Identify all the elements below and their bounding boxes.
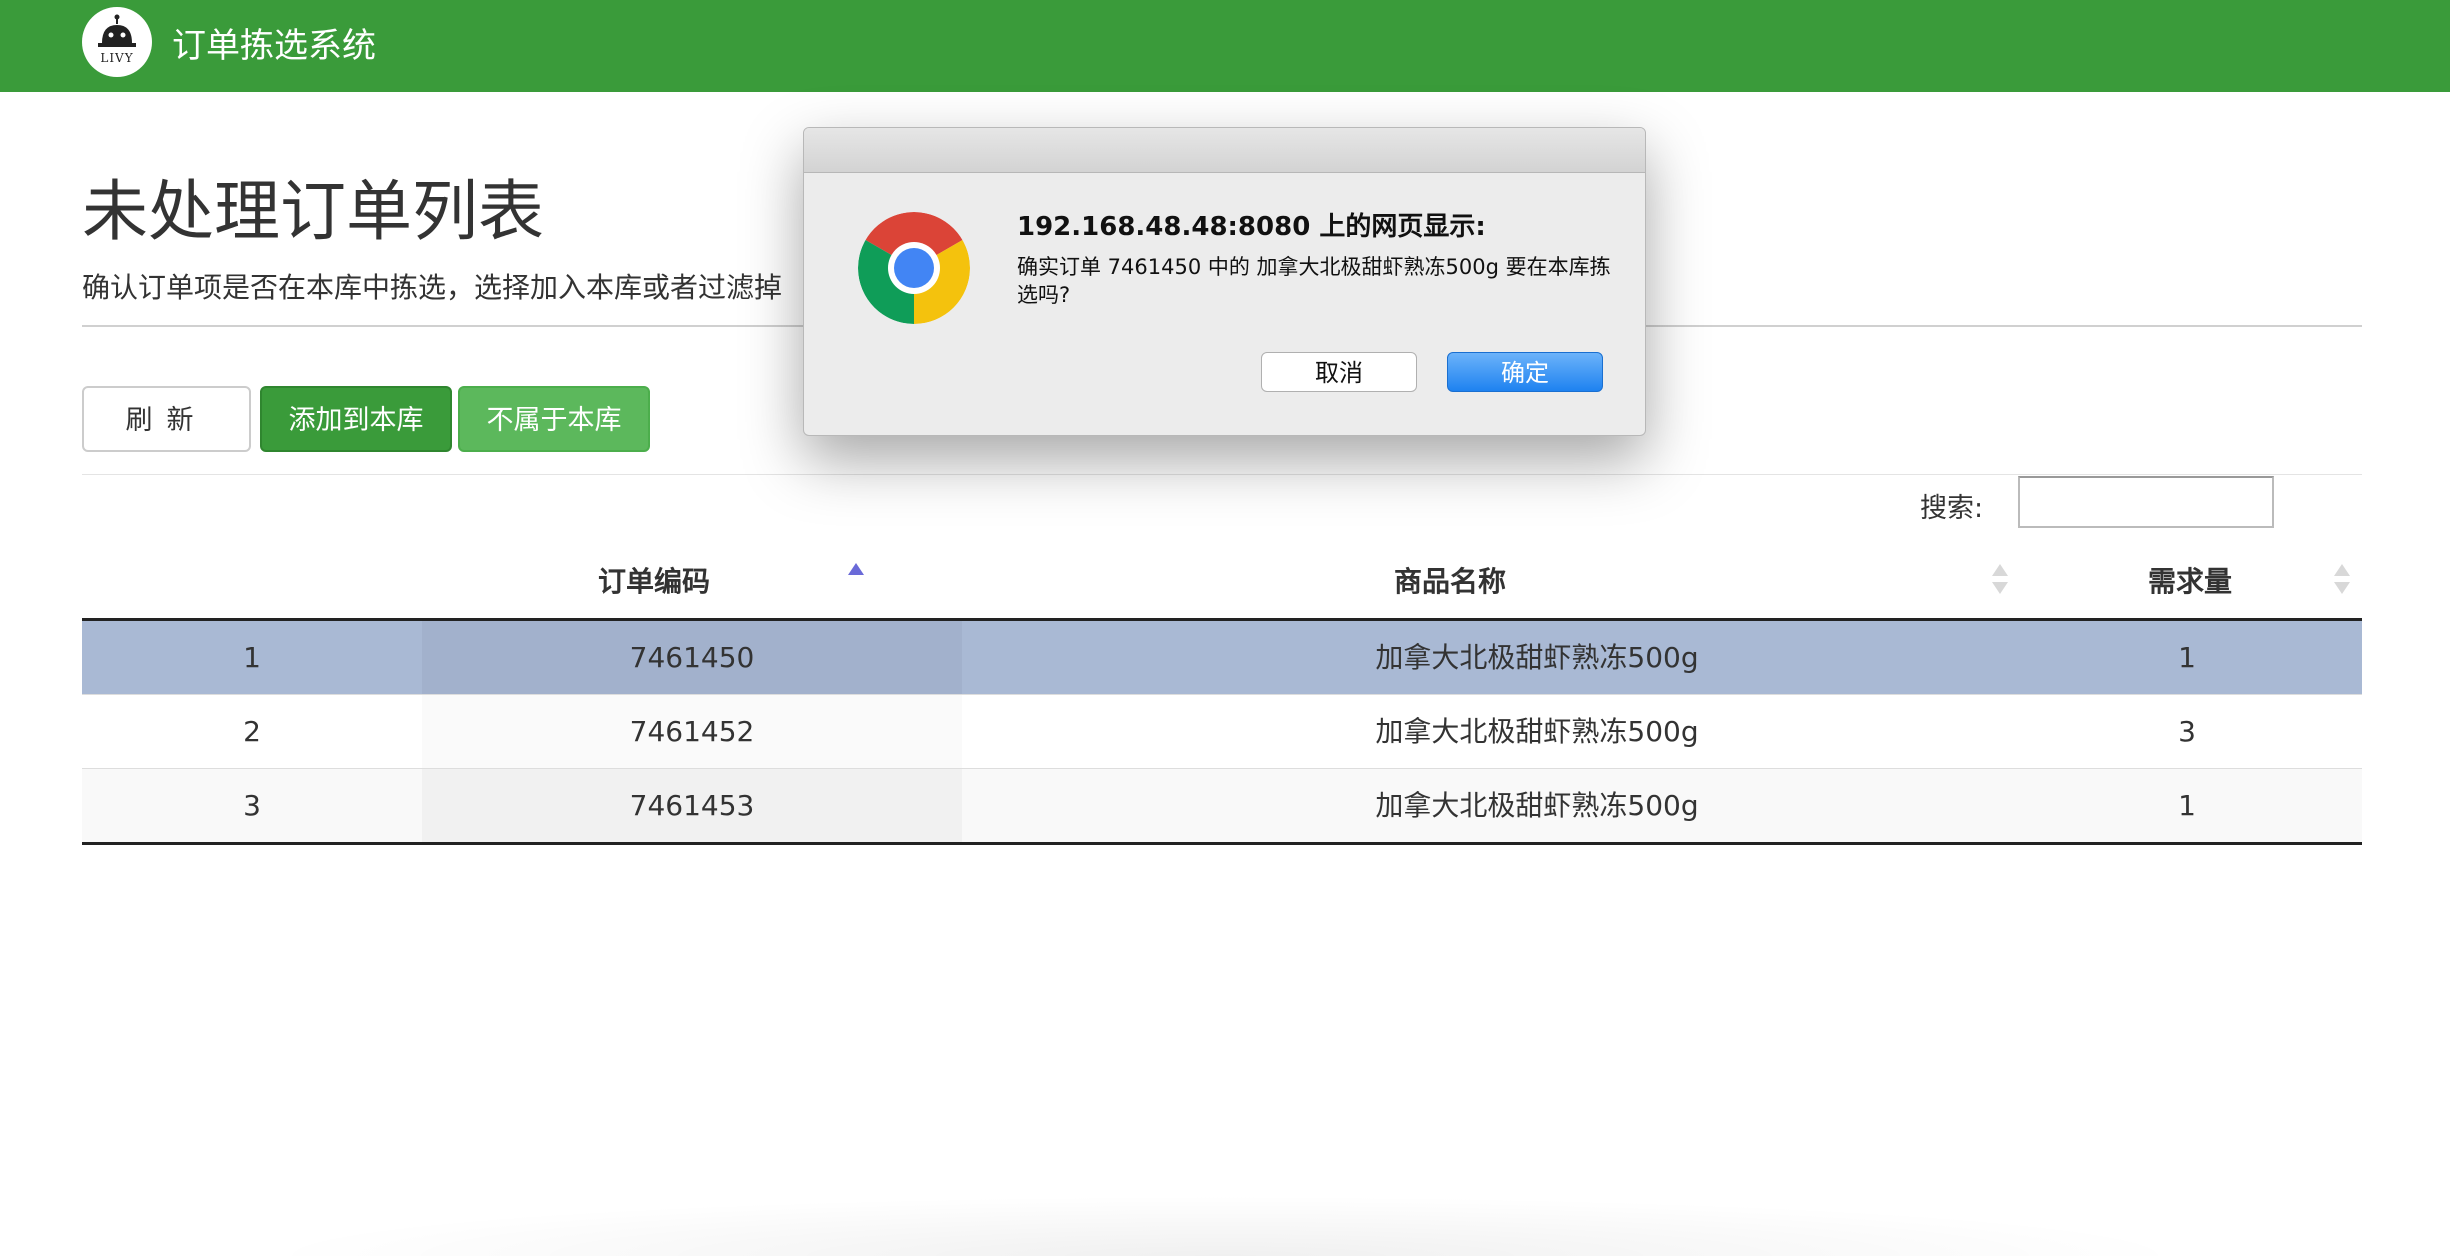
product-name-cell: 加拿大北极甜虾熟冻500g bbox=[1375, 641, 1699, 674]
logo-text: LIVY bbox=[100, 51, 134, 65]
column-header-product-name[interactable]: 商品名称 bbox=[1394, 560, 1506, 600]
row-index: 2 bbox=[243, 715, 261, 748]
chrome-icon bbox=[858, 212, 970, 324]
table-row[interactable]: 1 7461450 加拿大北极甜虾熟冻500g 1 bbox=[82, 621, 2362, 695]
quantity-cell: 1 bbox=[2178, 789, 2196, 822]
page-title: 未处理订单列表 bbox=[82, 173, 544, 250]
confirm-dialog: 192.168.48.48:8080 上的网页显示: 确实订单 7461450 … bbox=[803, 127, 1646, 436]
sort-icon[interactable] bbox=[2334, 564, 2350, 596]
app-title[interactable]: 订单拣选系统 bbox=[172, 18, 376, 67]
sort-ascending-icon[interactable] bbox=[848, 563, 864, 575]
order-code-cell: 7461453 bbox=[422, 769, 962, 842]
top-navbar: LIVY 订单拣选系统 bbox=[0, 0, 2450, 92]
table-row[interactable]: 2 7461452 加拿大北极甜虾熟冻500g 3 bbox=[82, 695, 2362, 769]
product-name-cell: 加拿大北极甜虾熟冻500g bbox=[1375, 789, 1699, 822]
search-label: 搜索: bbox=[1920, 493, 1984, 524]
orders-table: 订单编码 商品名称 需求量 1 7461450 加拿大北极甜虾熟冻500g 1 … bbox=[82, 540, 2362, 845]
order-code-cell: 7461452 bbox=[422, 695, 962, 768]
dialog-titlebar[interactable] bbox=[804, 128, 1645, 173]
sort-icon[interactable] bbox=[1992, 564, 2008, 596]
table-row[interactable]: 3 7461453 加拿大北极甜虾熟冻500g 1 bbox=[82, 769, 2362, 845]
column-header-order-code[interactable]: 订单编码 bbox=[598, 560, 710, 600]
add-to-warehouse-button[interactable]: 添加到本库 bbox=[260, 386, 452, 452]
logo[interactable]: LIVY bbox=[82, 7, 152, 77]
quantity-cell: 1 bbox=[2178, 641, 2196, 674]
cancel-button[interactable]: 取消 bbox=[1261, 352, 1417, 392]
search-input[interactable] bbox=[2018, 476, 2274, 528]
order-code-cell: 7461450 bbox=[422, 621, 962, 694]
quantity-cell: 3 bbox=[2178, 715, 2196, 748]
divider bbox=[82, 474, 2362, 475]
robot-logo-icon bbox=[98, 14, 136, 47]
bottom-shadow bbox=[250, 1195, 2200, 1256]
column-header-quantity[interactable]: 需求量 bbox=[2148, 560, 2232, 600]
row-index: 3 bbox=[243, 789, 261, 822]
not-in-warehouse-button[interactable]: 不属于本库 bbox=[458, 386, 650, 452]
row-index: 1 bbox=[243, 641, 261, 674]
dialog-message: 确实订单 7461450 中的 加拿大北极甜虾熟冻500g 要在本库拣选吗? bbox=[1017, 255, 1611, 307]
refresh-button[interactable]: 刷新 bbox=[82, 386, 251, 452]
page-subtitle: 确认订单项是否在本库中拣选，选择加入本库或者过滤掉 bbox=[82, 271, 783, 304]
ok-button[interactable]: 确定 bbox=[1447, 352, 1603, 392]
dialog-title: 192.168.48.48:8080 上的网页显示: bbox=[1017, 212, 1486, 242]
product-name-cell: 加拿大北极甜虾熟冻500g bbox=[1375, 715, 1699, 748]
table-header: 订单编码 商品名称 需求量 bbox=[82, 540, 2362, 621]
